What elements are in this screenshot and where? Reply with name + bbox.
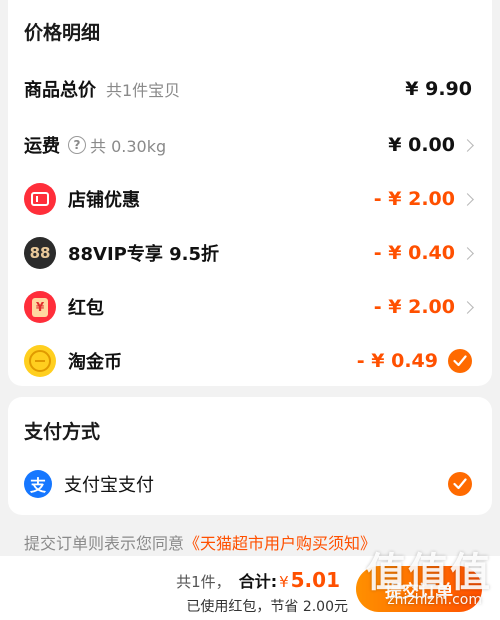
red-packet-row[interactable]: ¥ 红包 - ¥ 2.00	[8, 289, 492, 325]
terms-prefix: 提交订单则表示您同意	[24, 534, 185, 553]
gold-coin-icon	[24, 345, 56, 377]
coupon-ticket-icon	[24, 183, 56, 215]
red-packet-icon: ¥	[24, 291, 56, 323]
red-packet-icon-text: ¥	[32, 297, 48, 317]
store-discount-label: 店铺优惠	[68, 190, 140, 211]
chevron-right-icon	[461, 138, 474, 152]
payment-method-card: 支付方式 支 支付宝支付	[8, 397, 492, 515]
alipay-option-row[interactable]: 支 支付宝支付	[8, 466, 492, 502]
price-detail-title: 价格明细	[24, 22, 101, 44]
store-discount-amount: - ¥ 2.00	[373, 188, 455, 210]
subtotal-label: 商品总价	[24, 80, 96, 101]
item-count: 共1件，	[176, 573, 231, 591]
checkmark-icon	[453, 478, 467, 490]
total-currency: ¥	[279, 573, 289, 591]
checkmark-icon	[453, 355, 467, 367]
vip-88-icon-text: 88	[29, 244, 51, 262]
red-packet-label: 红包	[68, 298, 104, 319]
taojinbi-label: 淘金币	[68, 352, 122, 373]
chevron-right-icon	[461, 246, 474, 260]
taojinbi-amount: - ¥ 0.49	[356, 350, 438, 372]
subtotal-row: 商品总价 共1件宝贝 ¥ 9.90	[8, 71, 492, 107]
savings-note: 已使用红包，节省 2.00元	[186, 599, 348, 615]
shipping-row[interactable]: 运费 ? 共 0.30kg ¥ 0.00	[8, 127, 492, 163]
watermark-url: zhizhizhi.com	[387, 592, 482, 608]
taojinbi-checkbox[interactable]	[448, 349, 472, 373]
vip-discount-row[interactable]: 88 88VIP专享 9.5折 - ¥ 0.40	[8, 235, 492, 271]
terms-link[interactable]: 《天猫超市用户购买须知》	[184, 534, 376, 553]
price-detail-card: 价格明细 商品总价 共1件宝贝 ¥ 9.90 运费 ? 共 0.30kg ¥ 0…	[8, 0, 492, 386]
payment-method-title: 支付方式	[24, 421, 101, 443]
shipping-weight-note: 共 0.30kg	[90, 137, 167, 156]
item-count-note: 共1件宝贝	[106, 81, 181, 100]
alipay-radio[interactable]	[448, 472, 472, 496]
subtotal-amount: ¥ 9.90	[405, 78, 472, 100]
shipping-amount: ¥ 0.00	[388, 134, 455, 156]
red-packet-amount: - ¥ 2.00	[373, 296, 455, 318]
help-question-icon[interactable]: ?	[68, 136, 86, 154]
shipping-label: 运费	[24, 136, 60, 157]
alipay-label: 支付宝支付	[64, 475, 154, 496]
chevron-right-icon	[461, 300, 474, 314]
vip-discount-label: 88VIP专享 9.5折	[68, 244, 220, 265]
vip-88-icon: 88	[24, 237, 56, 269]
taojinbi-row[interactable]: 淘金币 - ¥ 0.49	[8, 343, 492, 379]
total-amount: 5.01	[290, 568, 340, 592]
total-summary: 共1件， 合计: ¥ 5.01	[176, 568, 340, 592]
vip-discount-amount: - ¥ 0.40	[373, 242, 455, 264]
terms-notice: 提交订单则表示您同意《天猫超市用户购买须知》	[24, 530, 376, 554]
store-discount-row[interactable]: 店铺优惠 - ¥ 2.00	[8, 181, 492, 217]
alipay-icon: 支	[24, 470, 52, 498]
chevron-right-icon	[461, 192, 474, 206]
total-label: 合计:	[238, 572, 278, 591]
alipay-icon-text: 支	[29, 476, 46, 495]
watermark-logo: 值值值	[366, 550, 492, 596]
